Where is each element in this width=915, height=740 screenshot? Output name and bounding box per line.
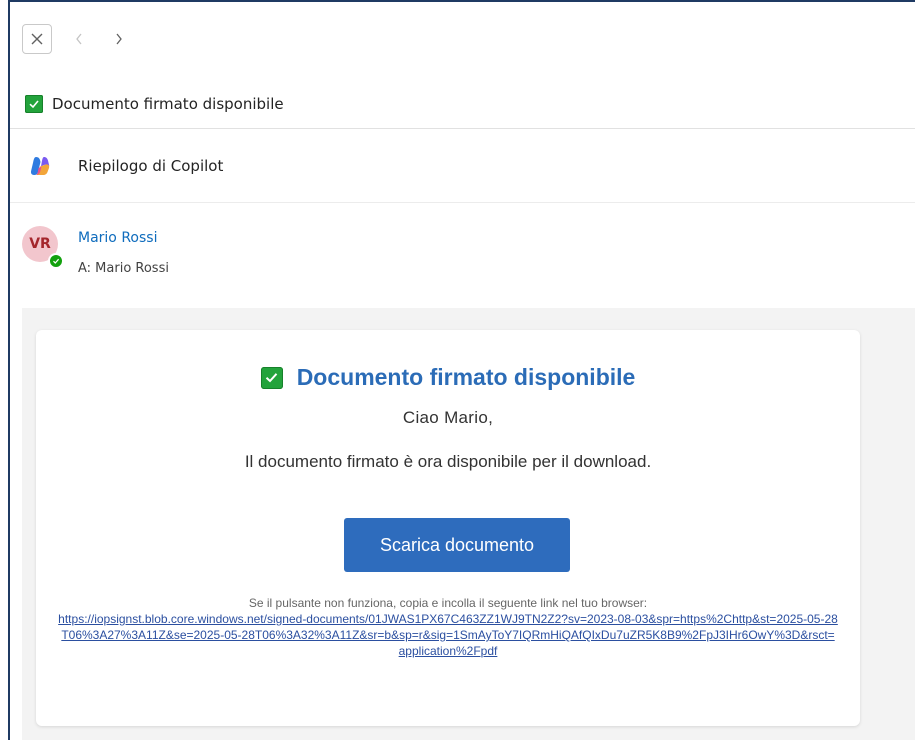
email-title-text: Documento firmato disponibile bbox=[296, 364, 636, 390]
download-link[interactable]: https://iopsignst.blob.core.windows.net/… bbox=[58, 611, 838, 659]
previous-message-button[interactable] bbox=[66, 24, 92, 54]
download-document-button[interactable]: Scarica documento bbox=[344, 518, 570, 572]
message-subject: Documento firmato disponibile bbox=[10, 80, 915, 129]
fallback-note: Se il pulsante non funziona, copia e inc… bbox=[248, 596, 648, 610]
message-text: Il documento firmato è ora disponibile p… bbox=[244, 452, 652, 471]
chevron-right-icon bbox=[116, 33, 122, 45]
checkbox-checked-icon bbox=[25, 95, 43, 113]
recipient-line: A: Mario Rossi bbox=[78, 261, 169, 276]
sender-header: VR Mario Rossi A: Mario Rossi bbox=[10, 216, 915, 296]
checkbox-checked-icon bbox=[260, 366, 283, 389]
copilot-summary-button[interactable]: Riepilogo di Copilot bbox=[10, 130, 915, 203]
close-button[interactable] bbox=[22, 24, 52, 54]
email-card: Documento firmato disponibile Ciao Mario… bbox=[36, 330, 860, 726]
copilot-summary-label: Riepilogo di Copilot bbox=[78, 157, 224, 175]
close-icon bbox=[31, 33, 43, 45]
greeting: Ciao Mario, bbox=[402, 408, 494, 427]
email-title: Documento firmato disponibile bbox=[36, 364, 860, 391]
chevron-left-icon bbox=[76, 33, 82, 45]
subject-text: Documento firmato disponibile bbox=[52, 95, 284, 113]
reading-pane-toolbar bbox=[10, 2, 915, 72]
sender-name[interactable]: Mario Rossi bbox=[78, 230, 157, 246]
copilot-icon bbox=[30, 157, 50, 175]
next-message-button[interactable] bbox=[106, 24, 132, 54]
presence-available-icon bbox=[48, 253, 64, 269]
